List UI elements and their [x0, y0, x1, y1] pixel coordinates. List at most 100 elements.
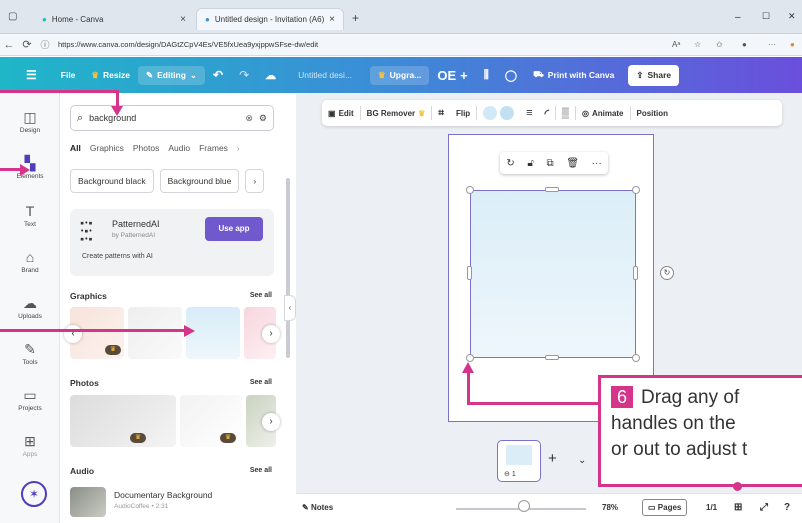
upgrade-button[interactable]: ♛ Upgra... [370, 65, 430, 85]
edit-button[interactable]: ▣ Edit [322, 109, 360, 118]
bg-remover-button[interactable]: BG Remover ♛ [361, 109, 432, 118]
share-button[interactable]: ⇪ Share [628, 64, 680, 86]
rail-item-apps[interactable]: ⊞ Apps [0, 433, 60, 458]
photos-see-all[interactable]: See all [250, 379, 272, 386]
chip-background-blue[interactable]: Background blue [159, 169, 240, 193]
photos-next-button[interactable]: › [262, 413, 280, 431]
close-tab-icon[interactable]: × [180, 14, 186, 25]
back-arrow-icon[interactable]: ← [0, 39, 18, 51]
tab-photos[interactable]: Photos [133, 143, 159, 153]
flip-button[interactable]: Flip [450, 109, 476, 118]
new-tab-button[interactable]: + [352, 11, 359, 25]
graphic-thumbnail[interactable] [128, 307, 182, 359]
redo-button[interactable]: ↷ [231, 68, 257, 82]
graphics-prev-button[interactable]: ‹ [64, 325, 82, 343]
comment-icon[interactable]: ◯ [497, 69, 525, 82]
rail-item-projects[interactable]: ▭ Projects [0, 387, 60, 412]
rail-item-tools[interactable]: ✎ Tools [0, 341, 60, 366]
print-button[interactable]: ⛟ Print with Canva [525, 69, 622, 81]
zoom-slider-knob[interactable] [518, 500, 530, 512]
resize-handle-top-left[interactable] [466, 186, 474, 194]
tab-audio[interactable]: Audio [168, 143, 190, 153]
cloud-saved-icon[interactable]: ☁ [257, 69, 284, 82]
position-button[interactable]: Position [631, 109, 675, 118]
trash-icon[interactable]: 🗑︎ [566, 158, 579, 169]
use-app-button[interactable]: Use app [205, 217, 263, 241]
copilot-icon[interactable]: ● [790, 40, 795, 49]
read-aloud-icon[interactable]: Aᵃ [672, 40, 680, 49]
tab-home[interactable]: ● Home - Canva × [34, 8, 194, 30]
site-info-icon[interactable]: ⓘ [36, 38, 54, 51]
analytics-icon[interactable]: ⫼ [476, 69, 497, 82]
filter-icon[interactable]: ⚙ [259, 113, 267, 124]
resize-handle-top-right[interactable] [632, 186, 640, 194]
crop-button[interactable]: ⌗ [432, 108, 450, 119]
audio-see-all[interactable]: See all [250, 467, 272, 474]
refresh-icon[interactable]: ⟳ [18, 38, 36, 51]
audio-title[interactable]: Documentary Background [114, 490, 212, 500]
editing-mode-button[interactable]: ✎ Editing ⌄ [137, 65, 206, 85]
add-page-button[interactable]: + [548, 450, 557, 467]
chip-background-black[interactable]: Background black [70, 169, 154, 193]
tab-design[interactable]: ● Untitled design - Invitation (A6) × [196, 8, 344, 30]
graphics-see-all[interactable]: See all [250, 292, 272, 299]
help-icon[interactable]: ? [784, 502, 790, 513]
more-options-icon[interactable]: ··· [768, 40, 776, 49]
collapse-panel-button[interactable]: ‹ [284, 295, 296, 321]
zoom-value[interactable]: 78% [602, 503, 618, 512]
audio-thumbnail[interactable] [70, 487, 106, 517]
selected-graphic-element[interactable] [470, 190, 636, 358]
resize-handle-bottom-right[interactable] [632, 354, 640, 362]
pages-button[interactable]: ▭ Pages [642, 499, 688, 516]
rotate-handle-icon[interactable]: ↻ [660, 266, 674, 280]
rail-item-design[interactable]: ◫ Design [0, 109, 60, 134]
main-menu-icon[interactable]: ☰ [0, 68, 45, 82]
photo-thumbnail[interactable] [70, 395, 176, 447]
lock-icon[interactable]: 🔓︎ [527, 158, 533, 169]
rail-item-brand[interactable]: ⌂ Brand [0, 249, 60, 274]
tab-frames[interactable]: Frames [199, 143, 228, 153]
page-thumbnail[interactable]: ⊖ 1 [497, 440, 541, 482]
resize-handle-bottom-left[interactable] [466, 354, 474, 362]
rail-item-uploads[interactable]: ☁ Uploads [0, 295, 60, 320]
rail-item-text[interactable]: T Text [0, 203, 60, 228]
resize-handle-left[interactable] [467, 266, 472, 280]
grid-view-icon[interactable]: ⊞ [734, 502, 742, 513]
resize-button[interactable]: ♛ Resize [83, 70, 138, 81]
fullscreen-icon[interactable]: ⤢ [760, 502, 768, 513]
design-title[interactable]: Untitled desi... [284, 70, 360, 80]
clear-search-icon[interactable]: ⊗ [245, 113, 253, 124]
file-menu[interactable]: File [45, 70, 84, 80]
favorites-list-icon[interactable]: ✩ [716, 40, 723, 49]
transparency-button[interactable]: ▒ [556, 108, 575, 119]
close-window-button[interactable]: ✕ [788, 11, 796, 22]
animate-button[interactable]: ◎ Animate [576, 109, 630, 118]
border-style-button[interactable]: ≡ [520, 107, 538, 119]
search-input[interactable]: ⌕ background ⊗ ⚙ [70, 105, 274, 131]
undo-button[interactable]: ↶ [205, 68, 231, 82]
minimize-button[interactable]: – [735, 12, 741, 23]
favorite-star-icon[interactable]: ☆ [694, 40, 701, 49]
color-swatch-button[interactable] [477, 106, 520, 120]
tab-all[interactable]: All [70, 143, 81, 153]
tab-graphics[interactable]: Graphics [90, 143, 124, 153]
close-tab-icon[interactable]: × [329, 14, 335, 25]
rotate-refresh-icon[interactable]: ↻ [506, 158, 514, 169]
notes-button[interactable]: ✎ Notes [302, 503, 333, 512]
chips-next-button[interactable]: › [245, 169, 265, 193]
chevron-right-icon[interactable]: › [237, 143, 240, 153]
url-field[interactable]: https://www.canva.com/design/DAGtZCpV4Es… [58, 40, 318, 49]
resize-handle-bottom[interactable] [545, 355, 559, 360]
extensions-icon[interactable]: ● [742, 40, 747, 49]
avatar[interactable]: OE + [429, 68, 475, 83]
magic-assistant-button[interactable]: ✶ [21, 481, 47, 507]
corner-rounding-button[interactable]: ◜ [539, 107, 555, 120]
graphics-next-button[interactable]: › [262, 325, 280, 343]
maximize-button[interactable]: ☐ [762, 11, 770, 22]
panel-scrollbar[interactable] [286, 178, 290, 358]
resize-handle-right[interactable] [633, 266, 638, 280]
window-menu-icon[interactable]: ▢ [8, 11, 17, 22]
chevron-down-icon[interactable]: ⌄ [578, 455, 586, 466]
resize-handle-top[interactable] [545, 187, 559, 192]
duplicate-icon[interactable]: ⧉ [547, 158, 554, 169]
